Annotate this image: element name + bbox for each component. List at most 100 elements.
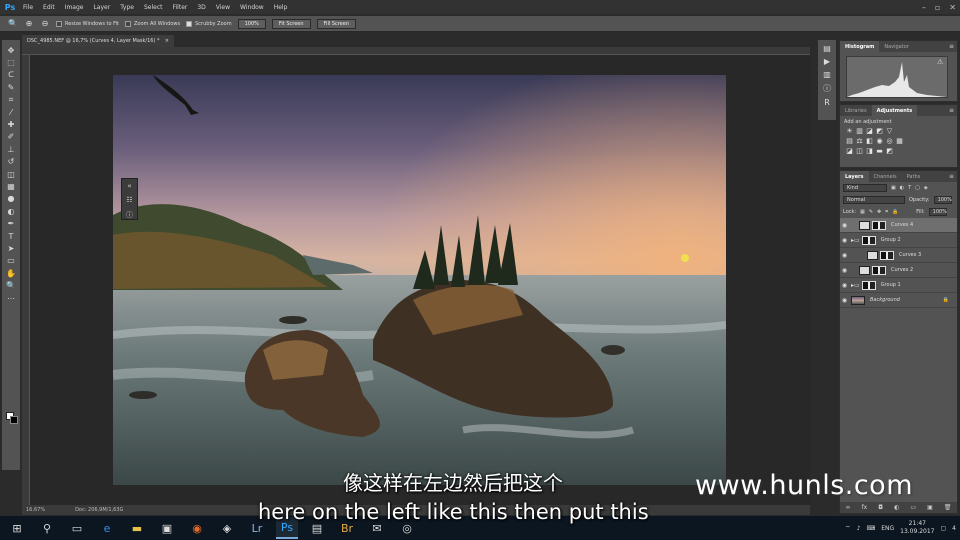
- shape-tool-icon[interactable]: ▭: [5, 255, 17, 267]
- panel-menu-icon[interactable]: ≡: [949, 107, 954, 114]
- layer-style-icon[interactable]: fx: [862, 504, 868, 511]
- tab-histogram[interactable]: Histogram: [840, 41, 880, 52]
- extras-icon[interactable]: ⋯: [5, 292, 17, 304]
- tab-libraries[interactable]: Libraries: [840, 105, 872, 116]
- menu-edit[interactable]: Edit: [38, 4, 60, 11]
- background-color-swatch[interactable]: [10, 416, 18, 424]
- notifications-icon[interactable]: ▢: [941, 525, 947, 532]
- volume-icon[interactable]: ♪: [857, 525, 861, 532]
- checkbox-box[interactable]: [186, 20, 193, 27]
- tab-channels[interactable]: Channels: [869, 171, 902, 182]
- app-icon[interactable]: ◈: [216, 517, 238, 539]
- collapse-icon[interactable]: «: [127, 182, 131, 190]
- cache-warning-icon[interactable]: ⚠: [937, 58, 943, 66]
- layer-row-group-1[interactable]: ◉ ▸▭ Group 1: [840, 278, 957, 293]
- blend-mode-select[interactable]: Normal: [843, 196, 905, 204]
- visibility-eye-icon[interactable]: ◉: [840, 252, 849, 259]
- firefox-icon[interactable]: ◉: [186, 517, 208, 539]
- info-icon[interactable]: ⓘ: [126, 210, 133, 220]
- move-tool-icon[interactable]: ✥: [5, 44, 17, 56]
- crop-tool-icon[interactable]: ⌗: [5, 94, 17, 106]
- lock-all-icon[interactable]: 🔒: [892, 209, 898, 215]
- search-icon[interactable]: ⚲: [36, 517, 58, 539]
- color-balance-icon[interactable]: ⚖: [856, 138, 863, 145]
- layer-row-curves-4[interactable]: ◉ Curves 4: [840, 218, 957, 233]
- curves-icon[interactable]: ◪: [866, 128, 873, 135]
- brush-tool-icon[interactable]: ✐: [5, 131, 17, 143]
- info-panel-icon[interactable]: ⓘ: [823, 83, 831, 94]
- close-button[interactable]: ✕: [949, 3, 956, 12]
- zoom-all-checkbox[interactable]: Zoom All Windows: [125, 20, 180, 27]
- layer-row-curves-3[interactable]: ◉ Curves 3: [840, 248, 957, 263]
- filter-shape-icon[interactable]: ▢: [915, 185, 920, 191]
- color-lookup-icon[interactable]: ▦: [896, 138, 903, 145]
- menu-image[interactable]: Image: [60, 4, 89, 11]
- fit-screen-button[interactable]: Fit Screen: [271, 18, 311, 29]
- keyboard-icon[interactable]: ⌨: [867, 525, 876, 532]
- clock[interactable]: 21:47 13.09.2017: [900, 520, 934, 536]
- lock-paint-icon[interactable]: ✎: [869, 209, 873, 215]
- resize-windows-checkbox[interactable]: Resize Windows to Fit: [56, 20, 119, 27]
- history-icon[interactable]: ▤: [823, 44, 831, 53]
- zoom-out-icon[interactable]: ⊖: [40, 19, 50, 29]
- document-canvas-image[interactable]: [113, 75, 726, 485]
- blur-tool-icon[interactable]: ●: [5, 193, 17, 205]
- menu-help[interactable]: Help: [269, 4, 293, 11]
- path-select-icon[interactable]: ➤: [5, 242, 17, 254]
- menu-type[interactable]: Type: [115, 4, 139, 11]
- document-tab[interactable]: DSC_4985.NEF @ 16,7% (Curves 4, Layer Ma…: [22, 35, 174, 47]
- black-white-icon[interactable]: ◧: [866, 138, 873, 145]
- menu-select[interactable]: Select: [139, 4, 168, 11]
- store-icon[interactable]: ▣: [156, 517, 178, 539]
- quick-select-tool-icon[interactable]: ✎: [5, 81, 17, 93]
- filter-type-icon[interactable]: T: [908, 185, 911, 191]
- lock-move-icon[interactable]: ✥: [877, 209, 881, 215]
- ruler-horizontal[interactable]: [22, 47, 810, 55]
- scrubby-zoom-checkbox[interactable]: Scrubby Zoom: [186, 20, 232, 27]
- photo-filter-icon[interactable]: ◉: [876, 138, 883, 145]
- panel-menu-icon[interactable]: ≡: [949, 43, 954, 50]
- zoom-100-button[interactable]: 100%: [237, 18, 266, 29]
- type-tool-icon[interactable]: T: [5, 230, 17, 242]
- clone-stamp-icon[interactable]: ⊥: [5, 143, 17, 155]
- exposure-icon[interactable]: ◩: [876, 128, 883, 135]
- dodge-tool-icon[interactable]: ◐: [5, 205, 17, 217]
- layer-mask-thumbnail[interactable]: [861, 280, 876, 290]
- lock-icon[interactable]: 🔒: [943, 297, 949, 303]
- layer-row-group-2[interactable]: ◉ ▸▭ Group 2: [840, 233, 957, 248]
- lock-artboard-icon[interactable]: ⌗: [885, 209, 888, 215]
- new-group-icon[interactable]: ▭: [910, 504, 916, 511]
- hand-tool-icon[interactable]: ✋: [5, 267, 17, 279]
- posterize-icon[interactable]: ◫: [856, 148, 863, 155]
- threshold-icon[interactable]: ◨: [866, 148, 873, 155]
- healing-brush-icon[interactable]: ✚: [5, 118, 17, 130]
- camera-raw-icon[interactable]: R: [824, 98, 830, 107]
- menu-filter[interactable]: Filter: [168, 4, 193, 11]
- windows-start-icon[interactable]: ⊞: [6, 517, 28, 539]
- gradient-map-icon[interactable]: ▬: [876, 148, 883, 155]
- tab-navigator[interactable]: Navigator: [879, 41, 913, 52]
- visibility-eye-icon[interactable]: ◉: [840, 267, 849, 274]
- visibility-eye-icon[interactable]: ◉: [840, 222, 849, 229]
- menu-3d[interactable]: 3D: [192, 4, 210, 11]
- pen-tool-icon[interactable]: ✒: [5, 217, 17, 229]
- gradient-tool-icon[interactable]: ▦: [5, 180, 17, 192]
- menu-file[interactable]: File: [18, 4, 38, 11]
- new-adjustment-icon[interactable]: ◐: [894, 504, 899, 511]
- zoom-level[interactable]: 16,67%: [26, 507, 45, 513]
- layer-row-background[interactable]: ◉ Background 🔒: [840, 293, 957, 308]
- selective-color-icon[interactable]: ◩: [886, 148, 893, 155]
- layer-mask-thumbnail[interactable]: [861, 235, 876, 245]
- link-layers-icon[interactable]: ∞: [846, 504, 851, 511]
- history-brush-icon[interactable]: ↺: [5, 156, 17, 168]
- filter-smart-icon[interactable]: ◈: [924, 185, 928, 191]
- actions-icon[interactable]: ▶: [824, 57, 830, 66]
- zoom-tool-icon[interactable]: 🔍: [8, 19, 18, 29]
- kind-filter-select[interactable]: Kind: [843, 184, 887, 192]
- tab-paths[interactable]: Paths: [902, 171, 926, 182]
- menu-view[interactable]: View: [211, 4, 235, 11]
- lock-pixels-icon[interactable]: ▦: [860, 209, 865, 215]
- new-layer-icon[interactable]: ▣: [927, 504, 933, 511]
- layer-row-curves-2[interactable]: ◉ Curves 2: [840, 263, 957, 278]
- fill-input[interactable]: 100%: [928, 208, 947, 216]
